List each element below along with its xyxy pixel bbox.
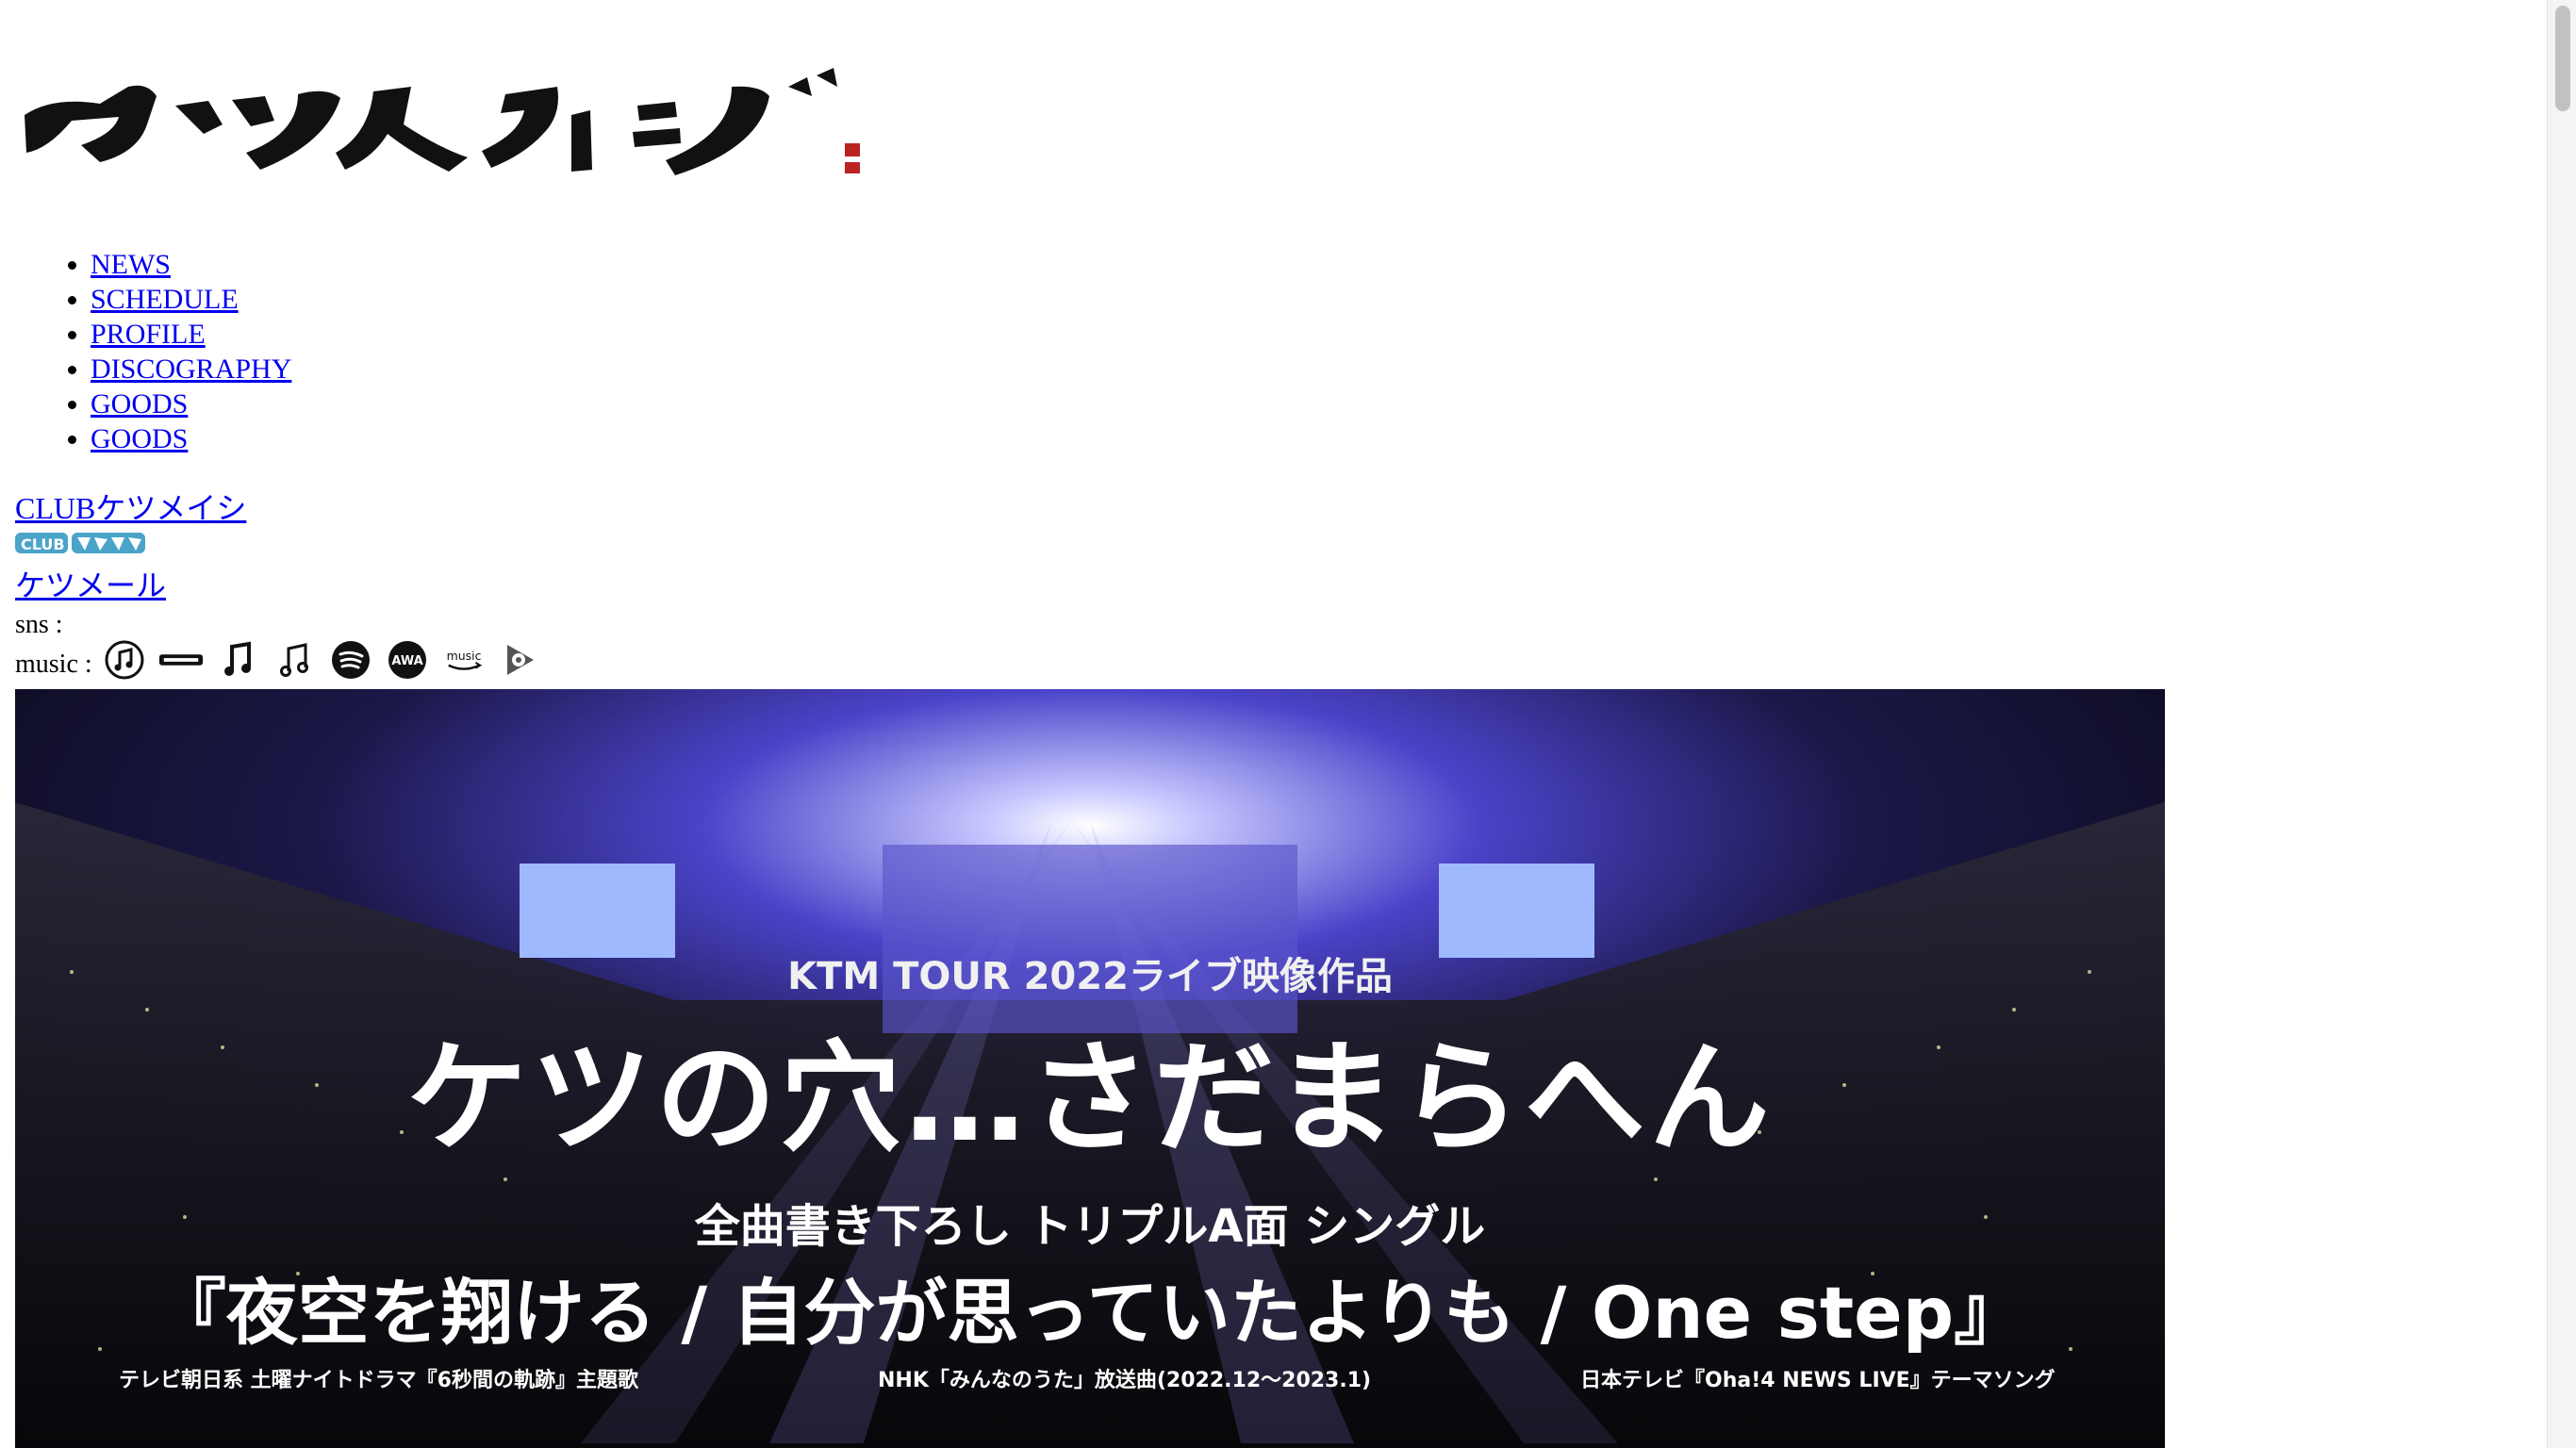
hero-title: ケツの穴…さだまらへん <box>406 1028 1774 1169</box>
hero-banner[interactable]: KTM TOUR 2022ライブ映像作品 ケツの穴…さだまらへん 全曲書き下ろし… <box>15 689 2165 1448</box>
nav-item-discography: DISCOGRAPHY <box>91 352 291 387</box>
club-logo-icon: CLUB <box>15 533 145 553</box>
svg-text:AWA: AWA <box>391 654 422 668</box>
hero-note-1: テレビ朝日系 土曜ナイトドラマ『6秒間の軌跡』主題歌 <box>119 1369 638 1392</box>
page-scrollbar[interactable] <box>2547 0 2576 1448</box>
awa-icon[interactable]: AWA <box>385 637 430 683</box>
hero-single-title: 『夜空を翔ける / 自分が思っていたよりも / One step』 <box>154 1271 2026 1355</box>
scrollbar-thumb[interactable] <box>2555 6 2570 111</box>
nav-link-schedule[interactable]: SCHEDULE <box>91 284 239 315</box>
nav-link-goods-2[interactable]: GOODS <box>91 423 188 454</box>
hero-tour-text: KTM TOUR 2022ライブ映像作品 <box>787 955 1393 998</box>
amazon-music-icon[interactable]: music <box>441 637 487 683</box>
spotify-icon[interactable] <box>328 637 373 683</box>
music-label: music : <box>15 650 92 679</box>
nav-link-discography[interactable]: DISCOGRAPHY <box>91 354 291 385</box>
nav-item-profile: PROFILE <box>91 317 291 352</box>
ketsu-mail-link[interactable]: ケツメール <box>15 567 166 604</box>
site-logo[interactable] <box>15 58 864 179</box>
club-logo-link[interactable]: CLUB <box>15 530 147 556</box>
nav-item-goods: GOODS <box>91 387 291 421</box>
music-note-icon[interactable] <box>215 637 260 683</box>
nav-link-profile[interactable]: PROFILE <box>91 319 206 350</box>
double-note-icon[interactable] <box>272 637 317 683</box>
logo-graphic <box>25 68 860 175</box>
hero-note-3: 日本テレビ『Oha!4 NEWS LIVE』テーマソング <box>1580 1369 2056 1392</box>
nav-item-news: NEWS <box>91 247 291 282</box>
hero-notes: テレビ朝日系 土曜ナイトドラマ『6秒間の軌跡』主題歌 NHK「みんなのうた」放送… <box>15 1363 2165 1401</box>
sns-label: sns : <box>15 610 63 639</box>
itunes-icon[interactable] <box>102 637 147 683</box>
svg-text:CLUB: CLUB <box>21 535 65 553</box>
nav-item-schedule: SCHEDULE <box>91 282 291 317</box>
club-ketsumeishi-link[interactable]: CLUBケツメイシ <box>15 489 246 527</box>
nav-link-news[interactable]: NEWS <box>91 249 171 280</box>
main-nav: NEWS SCHEDULE PROFILE DISCOGRAPHY GOODS … <box>15 247 291 456</box>
nav-item-goods-2: GOODS <box>91 421 291 456</box>
hero-note-2: NHK「みんなのうた」放送曲(2022.12～2023.1) <box>878 1369 1372 1392</box>
svg-text:music: music <box>446 649 481 663</box>
google-play-music-icon[interactable] <box>498 637 543 683</box>
recochoku-icon[interactable] <box>158 637 204 683</box>
nav-link-goods[interactable]: GOODS <box>91 388 188 420</box>
music-row: music : AWA music <box>15 637 554 683</box>
hero-subtitle: 全曲書き下ろし トリプルA面 シングル <box>694 1200 1486 1253</box>
